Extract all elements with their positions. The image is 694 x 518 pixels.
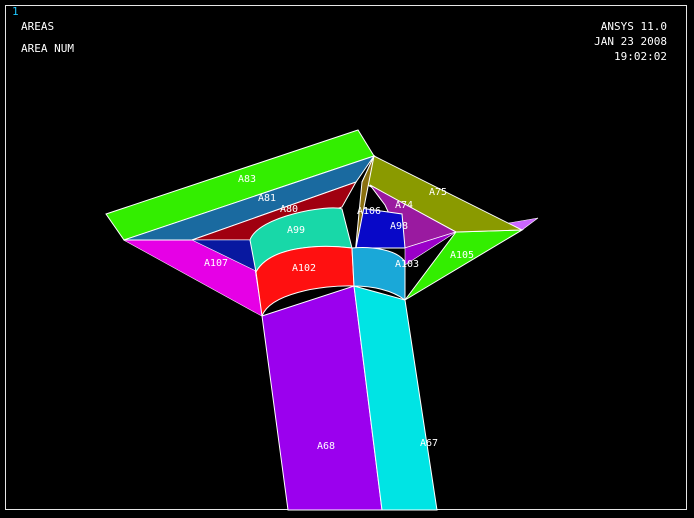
numbering-label: AREA NUM (21, 42, 74, 55)
plot-info-right: ANSYS 11.0 JAN 23 2008 19:02:02 (594, 20, 667, 65)
plot-date: JAN 23 2008 (594, 35, 667, 48)
label-a103: A103 (395, 259, 419, 270)
label-a81: A81 (258, 193, 276, 204)
label-a107: A107 (204, 258, 228, 269)
plot-time: 19:02:02 (614, 50, 667, 63)
label-a67: A67 (420, 438, 438, 449)
label-a75: A75 (429, 187, 447, 198)
label-a106: A106 (357, 206, 381, 217)
software-version: ANSYS 11.0 (600, 20, 667, 33)
label-a98: A98 (390, 221, 408, 232)
label-a99: A99 (287, 225, 305, 236)
graphics-viewport[interactable]: A83 A81 A80 A99 A106 A74 A75 A98 A107 A1… (0, 0, 694, 518)
label-a102: A102 (292, 263, 316, 274)
plot-type-label: AREAS (21, 20, 55, 33)
label-a74: A74 (395, 200, 413, 211)
label-a105: A105 (450, 250, 474, 261)
plot-info-left: AREAS AREA NUM (21, 20, 74, 64)
label-a83: A83 (238, 174, 256, 185)
label-a80: A80 (280, 204, 298, 215)
window-number: 1 (12, 5, 19, 18)
model-area-plot[interactable]: A83 A81 A80 A99 A106 A74 A75 A98 A107 A1… (0, 0, 694, 518)
label-a68: A68 (317, 441, 335, 452)
